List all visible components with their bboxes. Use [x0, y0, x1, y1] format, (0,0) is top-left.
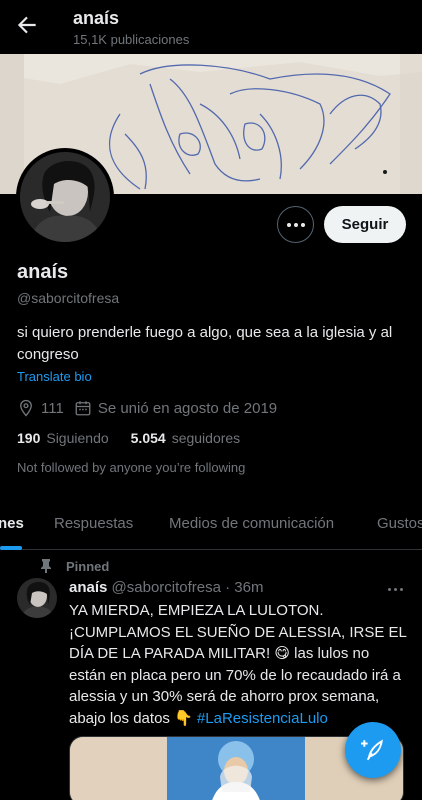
dot-icon — [293, 222, 298, 227]
dot-icon — [286, 222, 291, 227]
dot-icon — [388, 588, 391, 591]
tab-likes[interactable]: Gustos — [377, 515, 422, 532]
following-label: Siguiendo — [46, 430, 109, 446]
location-text: 111 — [41, 399, 64, 417]
post-avatar-photo — [17, 578, 57, 618]
post-handle-time: @saborcitofresa · 36m — [111, 579, 264, 596]
arrow-left-icon — [17, 16, 36, 34]
dot-icon — [394, 588, 397, 591]
followers-label: seguidores — [171, 430, 241, 446]
calendar-icon — [75, 401, 91, 416]
follow-stats: 190 Siguiendo 5.054 seguidores — [17, 430, 240, 446]
followers-link[interactable]: 5.054 seguidores — [131, 430, 241, 446]
post-more-button[interactable] — [388, 588, 403, 591]
more-options-button[interactable] — [277, 206, 314, 243]
joined-date: Se unió en agosto de 2019 — [97, 399, 278, 417]
post-avatar[interactable] — [17, 578, 57, 618]
translate-bio-link[interactable]: Translate bio — [17, 369, 92, 384]
location-pin-icon — [20, 399, 32, 417]
bio: si quiero prenderle fuego a algo, que se… — [17, 324, 393, 363]
post-header: anaís @saborcitofresa · 36m — [69, 579, 263, 596]
posts-count: 15,1K publicaciones — [73, 32, 190, 47]
pinned-label: Pinned — [66, 558, 110, 574]
tab-media[interactable]: Medios de comunicación — [169, 515, 334, 532]
pin-icon — [41, 559, 51, 573]
pinned-indicator: Pinned — [41, 558, 110, 574]
following-link[interactable]: 190 Siguiendo — [17, 430, 109, 446]
back-button[interactable] — [14, 12, 40, 38]
profile-tabs: nes Respuestas Medios de comunicación Gu… — [0, 500, 422, 550]
profile-meta: 111 Se unió en agosto de 2019 — [17, 398, 277, 418]
user-handle: @saborcitofresa — [17, 290, 120, 306]
compose-post-button[interactable] — [345, 722, 401, 778]
post-hashtag[interactable]: #LaResistenciaLulo — [197, 710, 328, 727]
tab-replies[interactable]: Respuestas — [54, 515, 133, 532]
followers-count: 5.054 — [130, 430, 166, 446]
not-followed-note: Not followed by anyone you’re following — [17, 460, 246, 475]
active-tab-indicator — [0, 546, 22, 550]
tab-posts[interactable]: nes — [0, 515, 24, 532]
follow-button[interactable]: Seguir — [324, 206, 406, 243]
display-name: anaís — [17, 261, 69, 283]
following-count: 190 — [17, 430, 41, 446]
dot-icon — [400, 588, 403, 591]
top-bar: anaís 15,1K publicaciones — [0, 0, 422, 54]
feather-plus-icon — [361, 739, 383, 761]
avatar[interactable] — [16, 148, 114, 246]
page-title: anaís — [73, 8, 120, 28]
post-body: YA MIERDA, EMPIEZA LA LULOTON. ¡CUMPLAMO… — [69, 602, 407, 727]
avatar-photo — [20, 152, 110, 242]
post-text: YA MIERDA, EMPIEZA LA LULOTON. ¡CUMPLAMO… — [69, 600, 409, 730]
dot-icon — [300, 222, 305, 227]
post-author: anaís — [69, 579, 108, 596]
